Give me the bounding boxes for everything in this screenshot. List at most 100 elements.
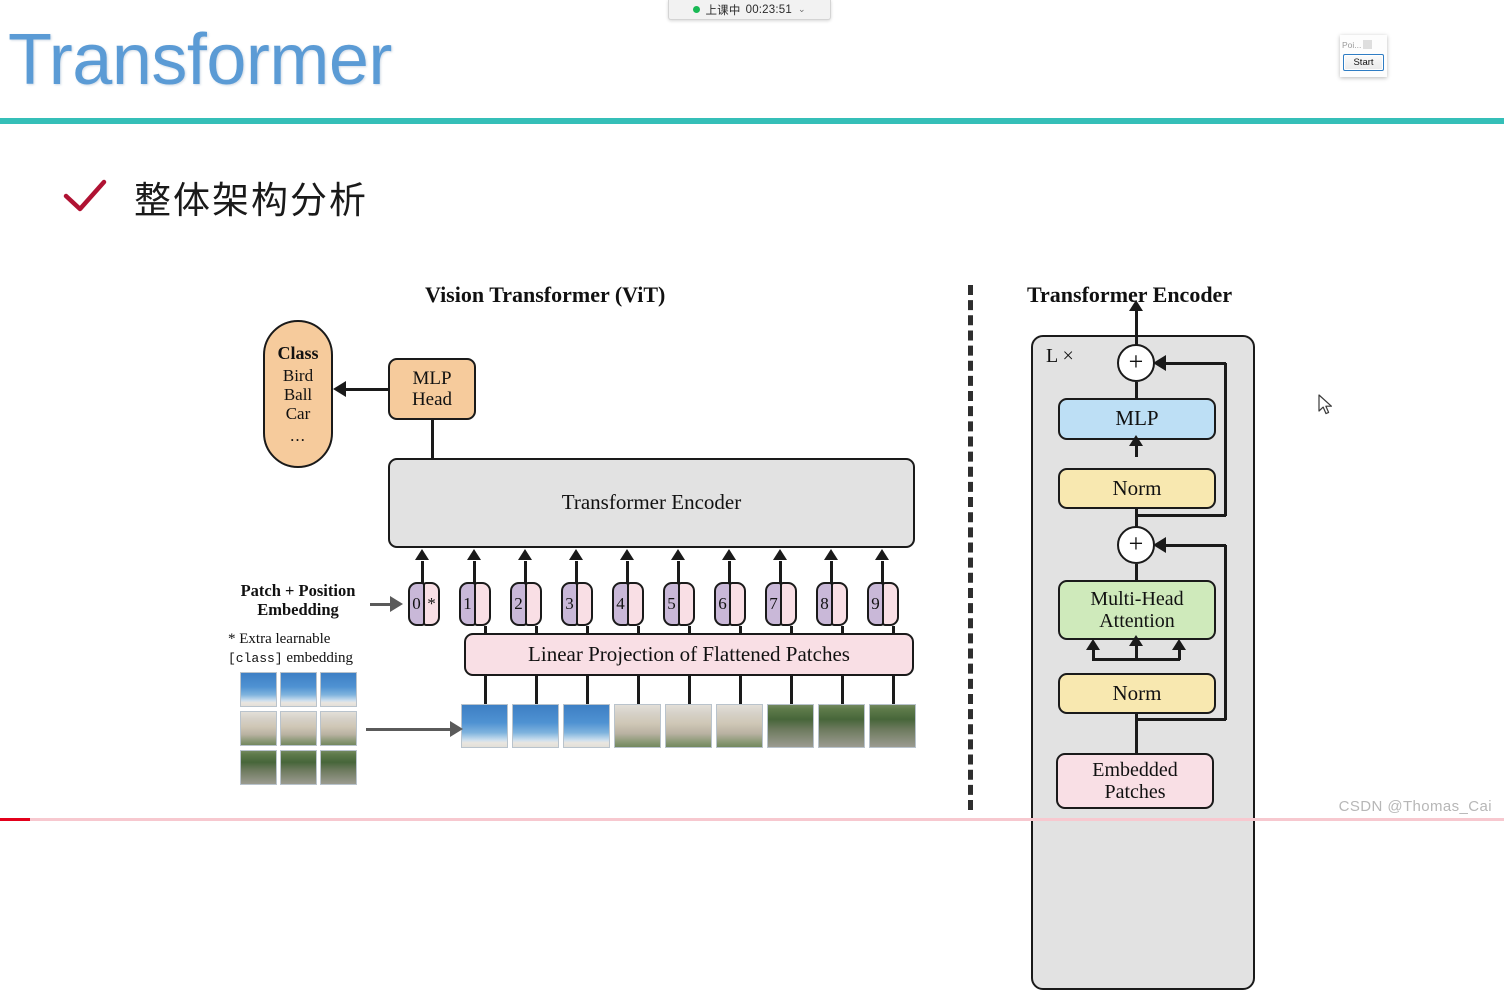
watermark-label: CSDN @Thomas_Cai	[1338, 798, 1492, 815]
encoder-mlp-box: MLP	[1058, 398, 1216, 440]
patch-embedding-9	[882, 582, 899, 626]
token-capsule-6: 6	[714, 582, 748, 626]
progress-track[interactable]	[0, 818, 1504, 821]
mha-line1: Multi-Head	[1090, 587, 1184, 610]
image-grid-2-2	[320, 750, 357, 785]
token-capsule-0: 0 *	[408, 582, 442, 626]
token-capsule-9: 9	[867, 582, 901, 626]
image-patch-strip-4	[665, 704, 712, 748]
vit-architecture-figure: Vision Transformer (ViT) Transformer Enc…	[0, 255, 1504, 990]
residual-skip-bottom-vline	[1224, 545, 1227, 720]
class-capsule-head: Class	[277, 343, 319, 364]
extra-note-line2-tail: embedding	[282, 649, 354, 666]
image-patch-strip-8	[869, 704, 916, 748]
patch-embedding-6	[729, 582, 746, 626]
encoder-norm-top-box: Norm	[1058, 468, 1216, 509]
grid-to-strip-line	[366, 728, 452, 731]
image-grid-2-1	[280, 750, 317, 785]
encoder-repeat-label: L ×	[1046, 345, 1074, 367]
mouse-cursor	[1318, 394, 1332, 415]
class-elapsed-time: 00:23:51	[745, 3, 792, 16]
mlp-to-class-arrowhead	[333, 381, 346, 397]
class-capsule-item-1: Ball	[283, 384, 313, 404]
token-capsule-8: 8	[816, 582, 850, 626]
patch-embedding-2	[525, 582, 542, 626]
patch-pos-arrow-line	[370, 603, 392, 606]
recorder-field-label: Poi...	[1342, 39, 1362, 50]
class-status-label: 上课中	[705, 4, 741, 17]
image-grid-0-1	[280, 672, 317, 707]
page-title: Transformer	[8, 20, 392, 100]
encoder-norm-bottom-box: Norm	[1058, 673, 1216, 714]
residual-add-top: +	[1117, 344, 1155, 382]
start-button[interactable]: Start	[1343, 54, 1384, 71]
norm-to-mlp-arrowhead	[1129, 435, 1143, 446]
embedded-patches-box: Embedded Patches	[1056, 753, 1214, 809]
residual-skip-top-arrowhead	[1153, 355, 1166, 371]
mha-line2: Attention	[1099, 610, 1175, 632]
token-capsule-4: 4	[612, 582, 646, 626]
embedded-patches-line1: Embedded	[1092, 758, 1178, 781]
class-timer-bar[interactable]: 上课中 00:23:51 ⌄	[668, 0, 831, 20]
patch-embedding-3	[576, 582, 593, 626]
linear-projection-box: Linear Projection of Flattened Patches	[464, 633, 914, 676]
checkmark-icon	[63, 179, 107, 212]
embedded-to-norm-line	[1135, 713, 1138, 755]
encoder-output-arrowhead	[1129, 300, 1143, 311]
patch-pos-arrowhead	[390, 596, 403, 612]
mlp-to-class-line	[345, 388, 389, 391]
image-patch-strip-5	[716, 704, 763, 748]
image-patch-strip-1	[512, 704, 559, 748]
residual-skip-top-hline	[1135, 514, 1226, 517]
recorder-swatch-icon	[1363, 40, 1373, 49]
grid-to-strip-arrowhead	[450, 721, 463, 737]
patch-embedding-4	[627, 582, 644, 626]
mlp-head-line2: Head	[411, 389, 453, 410]
class-output-capsule: Class Bird Ball Car ...	[263, 320, 333, 468]
transformer-encoder-block: Transformer Encoder	[388, 458, 915, 548]
image-patch-strip-2	[563, 704, 610, 748]
mlp-head-to-encoder-line	[431, 420, 434, 460]
image-grid-1-2	[320, 711, 357, 746]
image-grid-1-0	[240, 711, 277, 746]
residual-skip-top-vline	[1224, 363, 1227, 516]
token-capsule-1: 1	[459, 582, 493, 626]
residual-skip-top-into-add	[1165, 362, 1226, 365]
encoder-output-line	[1135, 311, 1138, 345]
patch-pos-line1: Patch + Position	[240, 581, 356, 600]
patch-embedding-8	[831, 582, 848, 626]
class-capsule-item-0: Bird	[282, 365, 314, 385]
extra-learnable-note: * Extra learnable [class] embedding	[228, 630, 388, 668]
image-grid-0-0	[240, 672, 277, 707]
chevron-down-icon[interactable]: ⌄	[798, 4, 806, 15]
patch-embedding-0: *	[423, 582, 440, 626]
title-divider	[0, 118, 1504, 124]
residual-add-bottom: +	[1117, 526, 1155, 564]
live-status-dot	[693, 6, 701, 13]
token-capsule-2: 2	[510, 582, 544, 626]
embedded-patches-line2: Patches	[1104, 781, 1166, 803]
recorder-widget[interactable]: Poi... Start	[1340, 35, 1387, 77]
recorder-top-row: Poi...	[1340, 35, 1387, 54]
residual-skip-bottom-into-add	[1165, 544, 1226, 547]
token-capsule-3: 3	[561, 582, 595, 626]
token-capsule-7: 7	[765, 582, 799, 626]
image-patch-strip-0	[461, 704, 508, 748]
mlp-head-line1: MLP	[412, 367, 452, 389]
image-patch-strip-6	[767, 704, 814, 748]
encoder-multihead-attention-box: Multi-Head Attention	[1058, 580, 1216, 640]
residual-skip-bottom-hline	[1135, 718, 1226, 721]
progress-fill	[0, 818, 30, 821]
section-heading: 整体架构分析	[62, 170, 368, 224]
diagram-divider	[968, 285, 973, 810]
patch-position-embedding-label: Patch + Position Embedding	[228, 581, 368, 620]
token-capsule-5: 5	[663, 582, 697, 626]
image-patch-strip-7	[818, 704, 865, 748]
section-heading-label: 整体架构分析	[134, 180, 368, 221]
extra-note-line1: * Extra learnable	[228, 631, 331, 647]
mlp-head-box: MLP Head	[388, 358, 476, 420]
image-grid-2-0	[240, 750, 277, 785]
vit-diagram-title: Vision Transformer (ViT)	[425, 282, 666, 307]
image-grid-1-1	[280, 711, 317, 746]
class-capsule-item-2: Car	[285, 403, 311, 423]
